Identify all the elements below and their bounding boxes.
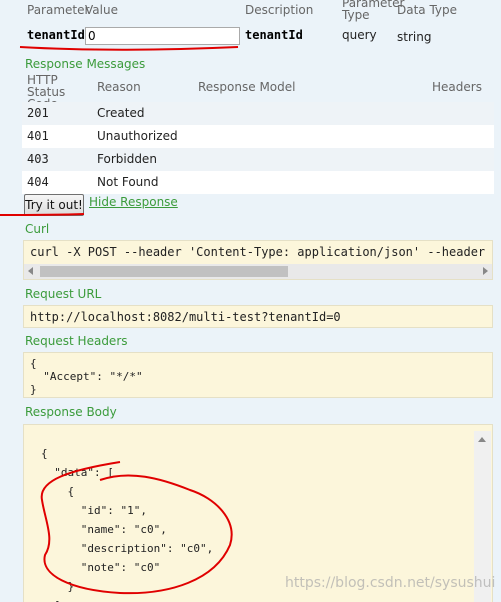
annotation-layer	[0, 46, 239, 595]
circle-data-annotation	[40, 461, 233, 595]
underline-try-button-annotation	[0, 213, 85, 216]
underline-tenantid-annotation	[19, 46, 239, 51]
watermark-text: https://blog.csdn.net/sysushui	[285, 575, 496, 591]
